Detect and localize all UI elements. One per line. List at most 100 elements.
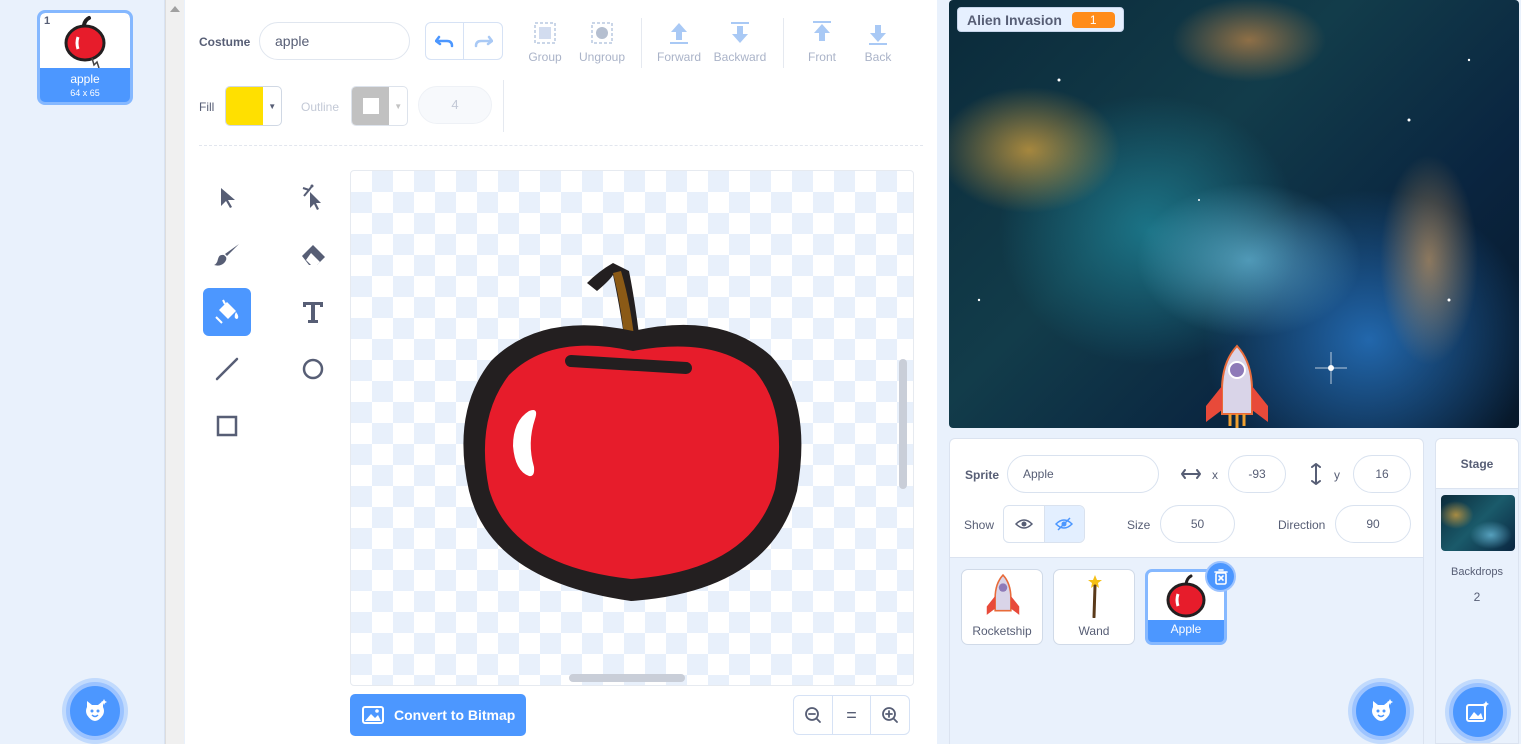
sprite-name-input[interactable]: Apple [1007, 455, 1159, 493]
group-button[interactable]: Group [514, 20, 576, 64]
fill-label: Fill [199, 100, 215, 114]
outline-label: Outline [301, 100, 340, 114]
eraser-icon [302, 245, 325, 265]
choose-sprite-button[interactable] [1352, 682, 1410, 740]
front-label: Front [807, 50, 836, 64]
costume-list-scrollbar[interactable] [165, 0, 184, 744]
cat-plus-icon [1372, 699, 1393, 721]
costume-name: apple [70, 72, 100, 86]
direction-label: Direction [1278, 518, 1326, 532]
backdrop-plus-icon [1466, 701, 1489, 722]
eraser-tool[interactable] [289, 231, 337, 279]
toolbar-divider [503, 80, 504, 132]
group-label: Group [528, 50, 562, 64]
stage-selector[interactable]: Stage Backdrops 2 [1435, 438, 1519, 744]
sprite-name: Rocketship [972, 624, 1032, 638]
ungroup-button[interactable]: Ungroup [571, 20, 633, 64]
canvas-vertical-scrollbar[interactable] [899, 359, 907, 489]
rocketship-thumbnail-icon [986, 574, 1020, 615]
back-label: Back [864, 50, 892, 64]
scroll-up-arrow-icon[interactable] [170, 6, 180, 12]
zoom-out-icon [804, 707, 821, 723]
delete-sprite-button[interactable] [1205, 561, 1236, 592]
hide-sprite-button[interactable] [1044, 506, 1084, 542]
horizontal-arrows-icon [1181, 469, 1201, 479]
convert-to-bitmap-label: Convert to Bitmap [394, 707, 516, 723]
stage[interactable]: Alien Invasion 1 [949, 0, 1519, 428]
back-button[interactable]: Back [847, 20, 909, 64]
y-label: y [1334, 468, 1340, 482]
show-sprite-button[interactable] [1004, 506, 1045, 542]
apple-thumbnail-icon [64, 16, 106, 69]
select-tool[interactable] [203, 174, 251, 222]
monitor-label: Alien Invasion [967, 11, 1062, 28]
redo-icon [474, 35, 493, 48]
forward-icon [670, 23, 688, 44]
toolbar-divider [641, 18, 642, 68]
size-input[interactable]: 50 [1160, 505, 1235, 543]
ungroup-icon [591, 22, 613, 44]
front-icon [813, 21, 831, 41]
zoom-reset-button[interactable]: = [833, 696, 872, 734]
costume-name-input[interactable]: apple [259, 22, 410, 60]
sprite-label: Sprite [965, 468, 1000, 482]
eye-icon [1014, 519, 1033, 529]
fill-color-picker[interactable]: ▼ [225, 86, 282, 126]
undo-redo-group [425, 22, 503, 60]
reshape-icon [302, 184, 321, 210]
back-icon [869, 25, 887, 45]
redo-button[interactable] [464, 23, 502, 59]
outline-color-picker[interactable]: ▼ [351, 86, 408, 126]
sprite-tile-wand[interactable]: Wand [1053, 569, 1135, 645]
vertical-arrows-icon [1311, 463, 1321, 485]
circle-tool[interactable] [289, 345, 337, 393]
eye-slash-icon [1055, 517, 1074, 531]
choose-backdrop-button[interactable] [1449, 683, 1507, 741]
forward-button[interactable]: Forward [648, 20, 710, 64]
zoom-out-button[interactable] [794, 696, 833, 734]
circle-icon [302, 358, 324, 380]
outline-width-input[interactable]: 4 [418, 86, 492, 124]
y-input[interactable]: 16 [1353, 455, 1411, 493]
fill-color-swatch [226, 87, 264, 125]
convert-to-bitmap-button[interactable]: Convert to Bitmap [350, 694, 526, 736]
brush-tool[interactable] [203, 231, 251, 279]
line-tool[interactable] [203, 345, 251, 393]
drawing-canvas[interactable] [350, 170, 914, 686]
costume-list: 1 apple 64 x 65 [0, 0, 165, 744]
x-input[interactable]: -93 [1228, 455, 1286, 493]
outline-color-swatch [352, 87, 390, 125]
backdrops-label: Backdrops [1451, 566, 1503, 578]
image-icon [362, 706, 384, 724]
front-button[interactable]: Front [791, 20, 853, 64]
canvas-horizontal-scrollbar[interactable] [569, 674, 685, 682]
backward-button[interactable]: Backward [709, 20, 771, 64]
trash-icon [1213, 568, 1228, 585]
x-label: x [1212, 468, 1218, 482]
zoom-in-button[interactable] [871, 696, 909, 734]
costume-tile-apple[interactable]: 1 apple 64 x 65 [37, 10, 133, 105]
sprite-tile-rocketship[interactable]: Rocketship [961, 569, 1043, 645]
reshape-tool[interactable] [289, 174, 337, 222]
fill-tool[interactable] [203, 288, 251, 336]
rectangle-icon [216, 415, 238, 437]
forward-label: Forward [656, 50, 701, 64]
stage-title: Stage [1436, 439, 1518, 489]
select-icon [221, 188, 235, 208]
variable-monitor[interactable]: Alien Invasion 1 [957, 7, 1124, 32]
fill-icon [215, 299, 239, 324]
sprite-list: Rocketship Wand Apple [949, 558, 1424, 744]
sprite-info-panel: Sprite Apple x -93 y 16 Show Size 50 Dir… [949, 438, 1424, 558]
ungroup-label: Ungroup [578, 50, 626, 64]
undo-button[interactable] [426, 23, 465, 59]
direction-input[interactable]: 90 [1335, 505, 1411, 543]
brush-icon [214, 244, 239, 266]
rocketship-sprite[interactable] [1200, 344, 1274, 428]
paint-editor: Costume apple Group Ungroup Forward Back… [185, 0, 937, 744]
visibility-toggle [1003, 505, 1085, 543]
text-tool[interactable] [289, 288, 337, 336]
backward-label: Backward [713, 50, 767, 64]
rectangle-tool[interactable] [203, 402, 251, 450]
choose-costume-button[interactable] [66, 682, 124, 740]
stage-thumbnail[interactable] [1441, 495, 1515, 551]
